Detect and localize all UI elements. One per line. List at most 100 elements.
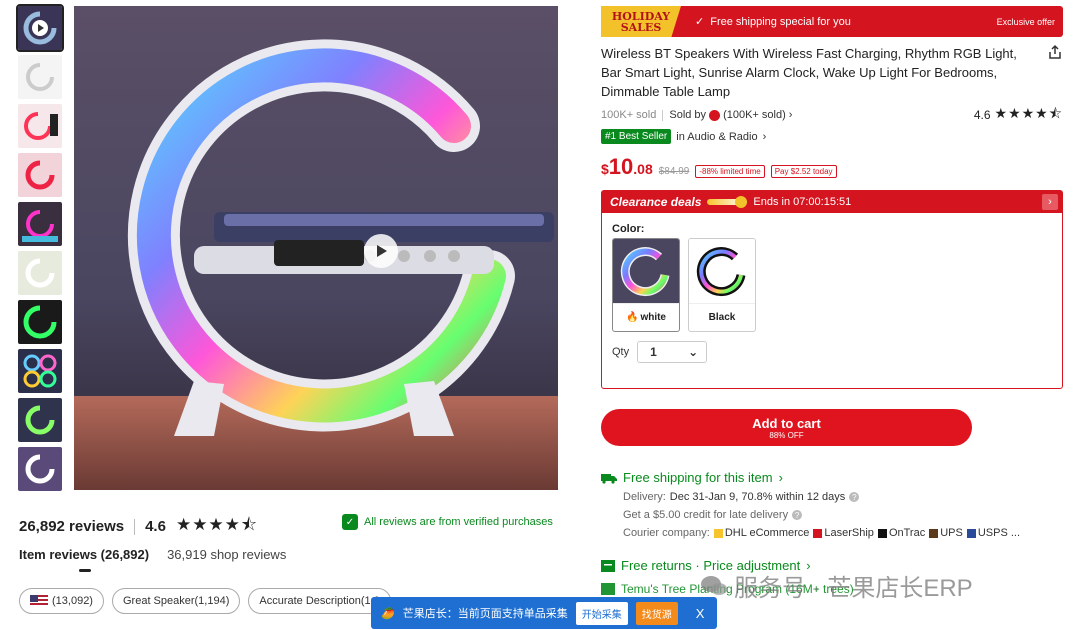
- sales-meta: 100K+ sold Sold by (100K+ sold) › 4.6 ★★…: [601, 105, 1063, 123]
- help-icon[interactable]: ?: [849, 492, 860, 502]
- start-collect-button[interactable]: 开始采集: [575, 601, 628, 625]
- share-icon[interactable]: [1047, 44, 1063, 60]
- quantity-select[interactable]: 1 ⌄: [637, 341, 708, 363]
- thumbnail-6[interactable]: [18, 251, 62, 295]
- thumbnail-video[interactable]: [16, 4, 64, 52]
- mango-icon: 🥭: [381, 607, 395, 620]
- chip-accurate-description[interactable]: Accurate Description(1,0: [248, 588, 391, 614]
- find-source-button[interactable]: 找货源: [635, 601, 678, 625]
- play-video-button[interactable]: [364, 234, 398, 268]
- swatch-black-label: Black: [708, 312, 736, 323]
- exclusive-offer: Exclusive offer: [996, 16, 1055, 27]
- price-currency: $: [601, 161, 609, 177]
- free-shipping-text: Free shipping special for you: [710, 15, 851, 28]
- swatch-white-label: white: [640, 312, 666, 323]
- qty-value: 1: [650, 345, 657, 359]
- delivery-value: Dec 31-Jan 9, 70.8% within 12 days: [669, 491, 846, 503]
- watermark-text: 服务号 · 芒果店长ERP: [734, 575, 973, 602]
- color-label: Color:: [612, 223, 645, 235]
- usps-icon: [966, 528, 976, 538]
- chip-label: Accurate Description(1,0: [259, 595, 380, 607]
- current-price: $10.08: [601, 154, 653, 180]
- us-flag-icon: [30, 595, 48, 607]
- product-rating[interactable]: 4.6 ★★★★⯪: [974, 103, 1063, 127]
- verified-note: ✓ All reviews are from verified purchase…: [342, 514, 553, 530]
- thumbnail-3[interactable]: [18, 104, 62, 148]
- courier-ups: UPS: [929, 527, 963, 539]
- wechat-icon: [701, 575, 727, 595]
- help-icon[interactable]: ?: [792, 510, 803, 520]
- countdown-timer: Ends in 07:00:15:51: [753, 196, 852, 208]
- sold-by-label: Sold by: [669, 109, 707, 121]
- chip-us-reviews[interactable]: (13,092): [19, 588, 104, 614]
- courier-line: Courier company: DHL eCommerce LaserShip…: [623, 527, 1063, 539]
- swatch-black[interactable]: Black: [688, 238, 756, 332]
- quantity-row: Qty 1 ⌄: [612, 341, 708, 363]
- tab-item-reviews[interactable]: Item reviews (26,892): [19, 547, 149, 572]
- collector-text: 芒果店长：当前页面支持单品采集: [402, 608, 568, 620]
- watermark: 服务号 · 芒果店长ERP: [700, 568, 973, 603]
- swatch-label: Black: [689, 303, 755, 331]
- discount-tag: -88% limited time: [695, 165, 765, 178]
- holiday-line2: SALES: [620, 20, 662, 34]
- shield-check-icon: ✓: [342, 514, 358, 530]
- seller-link[interactable]: Sold by (100K+ sold) ›: [669, 109, 792, 121]
- main-product-image[interactable]: [74, 6, 558, 490]
- best-seller-badge: #1 Best Seller: [601, 129, 672, 144]
- add-to-cart-label: Add to cart: [752, 415, 821, 431]
- verified-text: All reviews are from verified purchases: [364, 516, 553, 528]
- divider: [662, 109, 664, 121]
- chevron-right-icon[interactable]: ›: [1042, 194, 1058, 210]
- chevron-right-icon: ›: [762, 130, 767, 143]
- holiday-sales-badge: HOLIDAY SALES: [601, 6, 681, 37]
- original-price: $84.99: [658, 166, 690, 177]
- product-info: HOLIDAY SALES ✓ Free shipping special fo…: [601, 6, 1063, 389]
- courier-lasership: LaserShip: [813, 527, 874, 539]
- thumbnail-strip: [16, 4, 66, 496]
- ups-icon: [929, 528, 939, 538]
- chip-great-speaker[interactable]: Great Speaker(1,194): [111, 588, 241, 614]
- lasership-icon: [813, 528, 823, 538]
- courier-label: Courier company:: [623, 527, 710, 539]
- bestseller-row[interactable]: #1 Best Seller in Audio & Radio ›: [601, 129, 1063, 144]
- thumbnail-10[interactable]: [18, 447, 62, 491]
- pay-later-tag[interactable]: Pay $2.52 today: [770, 165, 837, 178]
- courier-name: LaserShip: [824, 527, 874, 539]
- play-icon: [377, 245, 387, 257]
- add-to-cart-button[interactable]: Add to cart 88% OFF: [601, 409, 972, 446]
- reviews-summary: 26,892 reviews 4.6 ★★★★⯪: [19, 512, 258, 541]
- store-icon: [709, 109, 721, 121]
- thumbnail-8[interactable]: [18, 349, 62, 393]
- shipping-section: Free shipping for this item › Delivery: …: [601, 470, 1063, 539]
- promo-banner[interactable]: HOLIDAY SALES ✓ Free shipping special fo…: [601, 6, 1063, 37]
- thumbnail-2[interactable]: [18, 55, 62, 99]
- truck-icon: [601, 473, 617, 484]
- reviews-count: 26,892 reviews: [19, 518, 125, 535]
- returns-icon: [601, 559, 615, 572]
- chevron-right-icon: ›: [788, 109, 793, 121]
- price-row: $10.08 $84.99 -88% limited time Pay $2.5…: [601, 154, 1063, 180]
- swatch-white[interactable]: 🔥 white: [612, 238, 680, 332]
- holiday-line1: HOLIDAY: [611, 9, 671, 23]
- price-int: 10: [608, 154, 634, 179]
- courier-name: OnTrac: [888, 527, 926, 539]
- thumbnail-4[interactable]: [18, 153, 62, 197]
- seller-sold: (100K+ sold): [723, 109, 786, 121]
- product-title: Wireless BT Speakers With Wireless Fast …: [601, 46, 1017, 99]
- collector-toolbar: 🥭 芒果店长：当前页面支持单品采集 开始采集 找货源 X: [371, 597, 717, 629]
- thumbnail-5[interactable]: [18, 202, 62, 246]
- close-icon[interactable]: X: [696, 606, 705, 621]
- credit-line: Get a $5.00 credit for late delivery ?: [623, 509, 1063, 521]
- free-shipping-link[interactable]: Free shipping for this item ›: [601, 470, 1063, 485]
- tab-shop-reviews[interactable]: 36,919 shop reviews: [167, 547, 286, 562]
- thumbnail-7[interactable]: [18, 300, 62, 344]
- thumbnail-9[interactable]: [18, 398, 62, 442]
- stock-progress-bar: [707, 196, 748, 208]
- courier-name: DHL eCommerce: [724, 527, 810, 539]
- chip-label: Great Speaker(1,194): [122, 595, 230, 607]
- courier-name: UPS: [940, 527, 963, 539]
- best-category: in Audio & Radio: [676, 130, 758, 143]
- add-to-cart-discount: 88% OFF: [769, 430, 804, 440]
- clearance-title: Clearance deals: [610, 195, 702, 209]
- rating-stars-icon: ★★★★⯪: [994, 105, 1063, 121]
